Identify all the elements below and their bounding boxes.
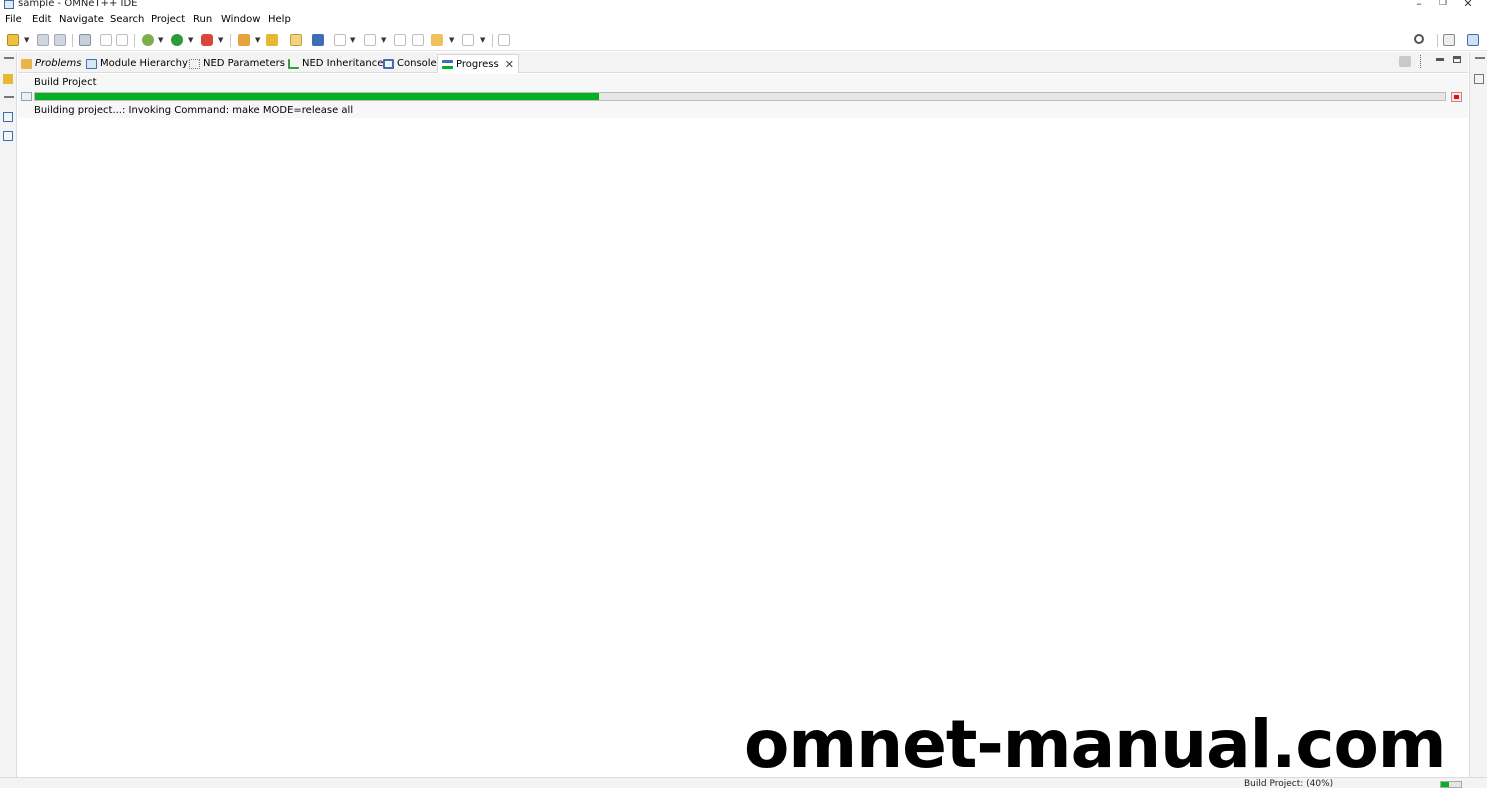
tab-progress[interactable]: Progress ✕ xyxy=(437,54,519,73)
progress-view-content xyxy=(18,118,1468,777)
debug-dropdown-icon[interactable]: ▼ xyxy=(158,36,163,44)
restore-view-icon[interactable] xyxy=(4,57,14,63)
previous-annotation-icon[interactable] xyxy=(364,34,376,46)
back-dropdown-icon[interactable]: ▼ xyxy=(449,36,454,44)
cancel-job-button[interactable] xyxy=(1451,92,1462,102)
right-trim-bar xyxy=(1469,52,1487,777)
tab-label: NED Inheritance xyxy=(302,58,384,69)
menu-navigate[interactable]: Navigate xyxy=(59,14,104,25)
window-title: sample - OMNeT++ IDE xyxy=(18,0,138,9)
redo-icon[interactable] xyxy=(116,34,128,46)
job-name: Build Project xyxy=(34,77,97,88)
next-annotation-dropdown-icon[interactable]: ▼ xyxy=(350,36,355,44)
tab-ned-parameters[interactable]: NED Parameters xyxy=(189,55,285,72)
toolbar-separator xyxy=(72,34,73,47)
progress-bar xyxy=(34,92,1446,101)
close-tab-icon[interactable]: ✕ xyxy=(505,58,514,71)
toolbar-separator xyxy=(492,34,493,47)
view-tab-bar: Problems Module Hierarchy NED Parameters… xyxy=(18,52,1468,73)
module-hierarchy-icon xyxy=(86,58,97,69)
progress-bar-fill xyxy=(35,93,599,100)
project-explorer-icon[interactable] xyxy=(3,74,13,84)
restore-button[interactable]: ❐ xyxy=(1436,0,1450,8)
status-bar: Build Project: (40%) xyxy=(0,777,1487,788)
tab-module-hierarchy[interactable]: Module Hierarchy xyxy=(86,55,188,72)
forward-icon[interactable] xyxy=(462,34,474,46)
open-folder-icon[interactable] xyxy=(266,34,278,46)
left-trim-bar xyxy=(0,52,17,777)
status-progress-bar-fill xyxy=(1441,782,1449,787)
view-menu-icon[interactable] xyxy=(1420,55,1423,68)
run-icon[interactable] xyxy=(171,34,183,46)
toolbar-separator xyxy=(230,34,231,47)
menu-edit[interactable]: Edit xyxy=(32,14,51,25)
run-dropdown-icon[interactable]: ▼ xyxy=(188,36,193,44)
menu-file[interactable]: File xyxy=(5,14,22,25)
menu-bar: File Edit Navigate Search Project Run Wi… xyxy=(0,13,1487,29)
open-perspective-icon[interactable] xyxy=(312,34,324,46)
toolbar-separator xyxy=(134,34,135,47)
menu-search[interactable]: Search xyxy=(110,14,144,25)
pin-editor-icon[interactable] xyxy=(498,34,510,46)
tab-label: Console xyxy=(397,58,437,69)
search-icon[interactable] xyxy=(1414,34,1424,44)
menu-project[interactable]: Project xyxy=(151,14,185,25)
tab-label: NED Parameters xyxy=(203,58,285,69)
maximize-view-icon[interactable] xyxy=(1453,56,1461,63)
tab-ned-inheritance[interactable]: NED Inheritance xyxy=(288,55,383,72)
job-icon xyxy=(21,92,32,101)
menu-run[interactable]: Run xyxy=(193,14,212,25)
ned-parameters-icon xyxy=(189,58,200,69)
next-annotation-icon[interactable] xyxy=(334,34,346,46)
toolbar-separator xyxy=(1437,34,1438,47)
ned-inheritance-icon xyxy=(288,58,299,69)
editor-area-icon[interactable] xyxy=(3,112,13,122)
problems-icon xyxy=(21,58,32,69)
save-icon[interactable] xyxy=(37,34,49,46)
last-edit-icon[interactable] xyxy=(394,34,406,46)
new-icon[interactable] xyxy=(7,34,19,46)
save-all-icon[interactable] xyxy=(54,34,66,46)
build-icon[interactable] xyxy=(79,34,91,46)
console-icon xyxy=(383,58,394,69)
status-progress-bar[interactable] xyxy=(1440,781,1462,788)
back-icon[interactable] xyxy=(431,34,443,46)
profile-icon[interactable] xyxy=(201,34,213,46)
remove-all-finished-icon[interactable] xyxy=(1399,56,1411,67)
status-progress-text[interactable]: Build Project: (40%) xyxy=(1244,779,1333,788)
previous-annotation-dropdown-icon[interactable]: ▼ xyxy=(381,36,386,44)
new-dropdown-icon[interactable]: ▼ xyxy=(24,36,29,44)
profile-dropdown-icon[interactable]: ▼ xyxy=(218,36,223,44)
tab-label: Progress xyxy=(456,58,499,70)
restore-view-icon[interactable] xyxy=(4,96,14,102)
tab-console[interactable]: Console xyxy=(383,55,437,72)
menu-window[interactable]: Window xyxy=(221,14,260,25)
undo-icon[interactable] xyxy=(100,34,112,46)
tab-label: Module Hierarchy xyxy=(100,58,188,69)
omnet-perspective-icon[interactable] xyxy=(1467,34,1479,46)
job-status-text: Building project...: Invoking Command: m… xyxy=(34,105,354,116)
wizard-dropdown-icon[interactable]: ▼ xyxy=(255,36,260,44)
wizard-icon[interactable] xyxy=(238,34,250,46)
menu-help[interactable]: Help xyxy=(268,14,291,25)
window-titlebar: sample - OMNeT++ IDE – ❐ ✕ xyxy=(0,0,1487,12)
tab-label: Problems xyxy=(35,58,82,69)
forward-dropdown-icon[interactable]: ▼ xyxy=(480,36,485,44)
restore-view-icon[interactable] xyxy=(1475,57,1485,63)
close-window-button[interactable]: ✕ xyxy=(1461,0,1475,10)
progress-icon xyxy=(442,59,453,69)
minimize-view-icon[interactable] xyxy=(1436,58,1444,61)
app-icon xyxy=(4,0,14,9)
forward-edit-icon[interactable] xyxy=(412,34,424,46)
tab-problems[interactable]: Problems xyxy=(21,55,82,72)
open-perspective-dialog-icon[interactable] xyxy=(1443,34,1455,46)
outline-icon[interactable] xyxy=(3,131,13,141)
progress-view: Build Project Building project...: Invok… xyxy=(18,74,1468,118)
main-toolbar: ▼ ▼ ▼ ▼ ▼ ▼ ▼ ▼ ▼ xyxy=(0,30,1487,51)
properties-view-icon[interactable] xyxy=(1474,74,1484,84)
minimize-button[interactable]: – xyxy=(1412,0,1426,10)
debug-icon[interactable] xyxy=(142,34,154,46)
ned-file-icon[interactable] xyxy=(290,34,302,46)
watermark: omnet-manual.com xyxy=(744,706,1447,783)
